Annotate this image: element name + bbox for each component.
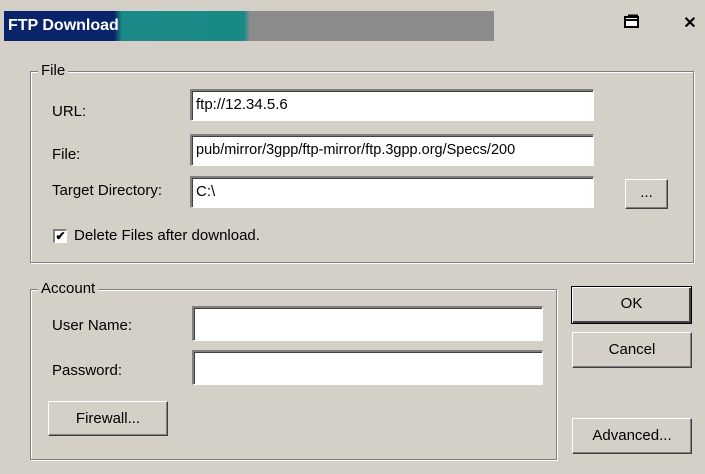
browse-button[interactable]: ... [625,179,668,209]
window-title: FTP Download [8,17,119,34]
password-field[interactable] [192,350,543,385]
title-bar[interactable]: FTP Download ✕ [0,0,705,41]
url-label: URL: [52,103,87,120]
ok-button[interactable]: OK [571,286,692,324]
url-field[interactable]: ftp://12.34.5.6 [190,89,594,121]
file-label: File: [52,146,81,163]
account-group-label: Account [38,281,99,297]
username-field[interactable] [192,306,543,341]
target-directory-field[interactable]: C:\ [190,176,594,208]
cancel-button[interactable]: Cancel [572,332,692,368]
username-label: User Name: [52,317,133,334]
file-field[interactable]: pub/mirror/3gpp/ftp-mirror/ftp.3gpp.org/… [190,134,594,166]
firewall-button[interactable]: Firewall... [48,401,168,436]
close-icon[interactable]: ✕ [680,14,700,34]
target-directory-label: Target Directory: [52,182,163,199]
delete-files-checkbox[interactable]: ✔ [53,229,67,243]
advanced-button[interactable]: Advanced... [572,418,692,454]
password-label: Password: [52,362,123,379]
delete-files-label[interactable]: Delete Files after download. [74,227,260,245]
window-restore-icon[interactable] [622,14,642,34]
file-group-label: File [38,63,69,79]
